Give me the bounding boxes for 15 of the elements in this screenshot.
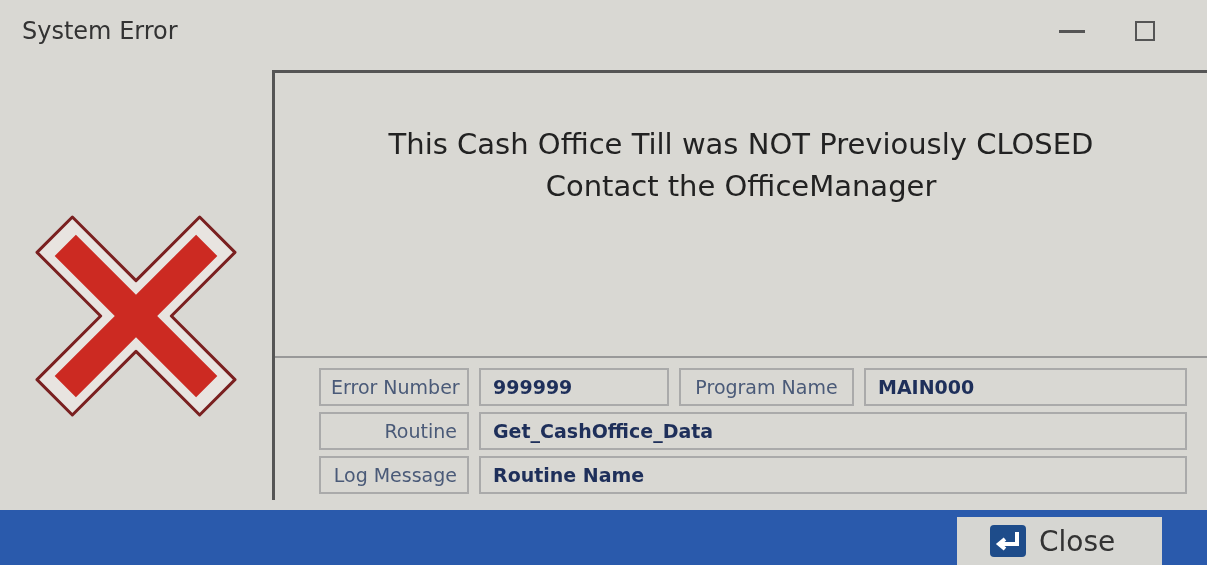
error-message: This Cash Office Till was NOT Previously CLOSED	[388, 126, 1094, 163]
field-label: Log Message	[319, 456, 469, 494]
enter-key-icon	[989, 524, 1027, 558]
window-title: System Error	[22, 17, 178, 45]
field-value: 999999	[479, 368, 669, 406]
field-value: Routine Name	[479, 456, 1187, 494]
minimize-icon[interactable]	[1059, 29, 1085, 33]
close-button[interactable]: Close	[957, 517, 1162, 565]
field-label: Routine	[319, 412, 469, 450]
field-value: MAIN000	[864, 368, 1187, 406]
error-message: Contact the OfficeManager	[545, 168, 937, 205]
field-label: Error Number	[319, 368, 469, 406]
field-label: Program Name	[679, 368, 854, 406]
maximize-icon[interactable]	[1135, 21, 1155, 41]
field-value: Get_CashOffice_Data	[479, 412, 1187, 450]
